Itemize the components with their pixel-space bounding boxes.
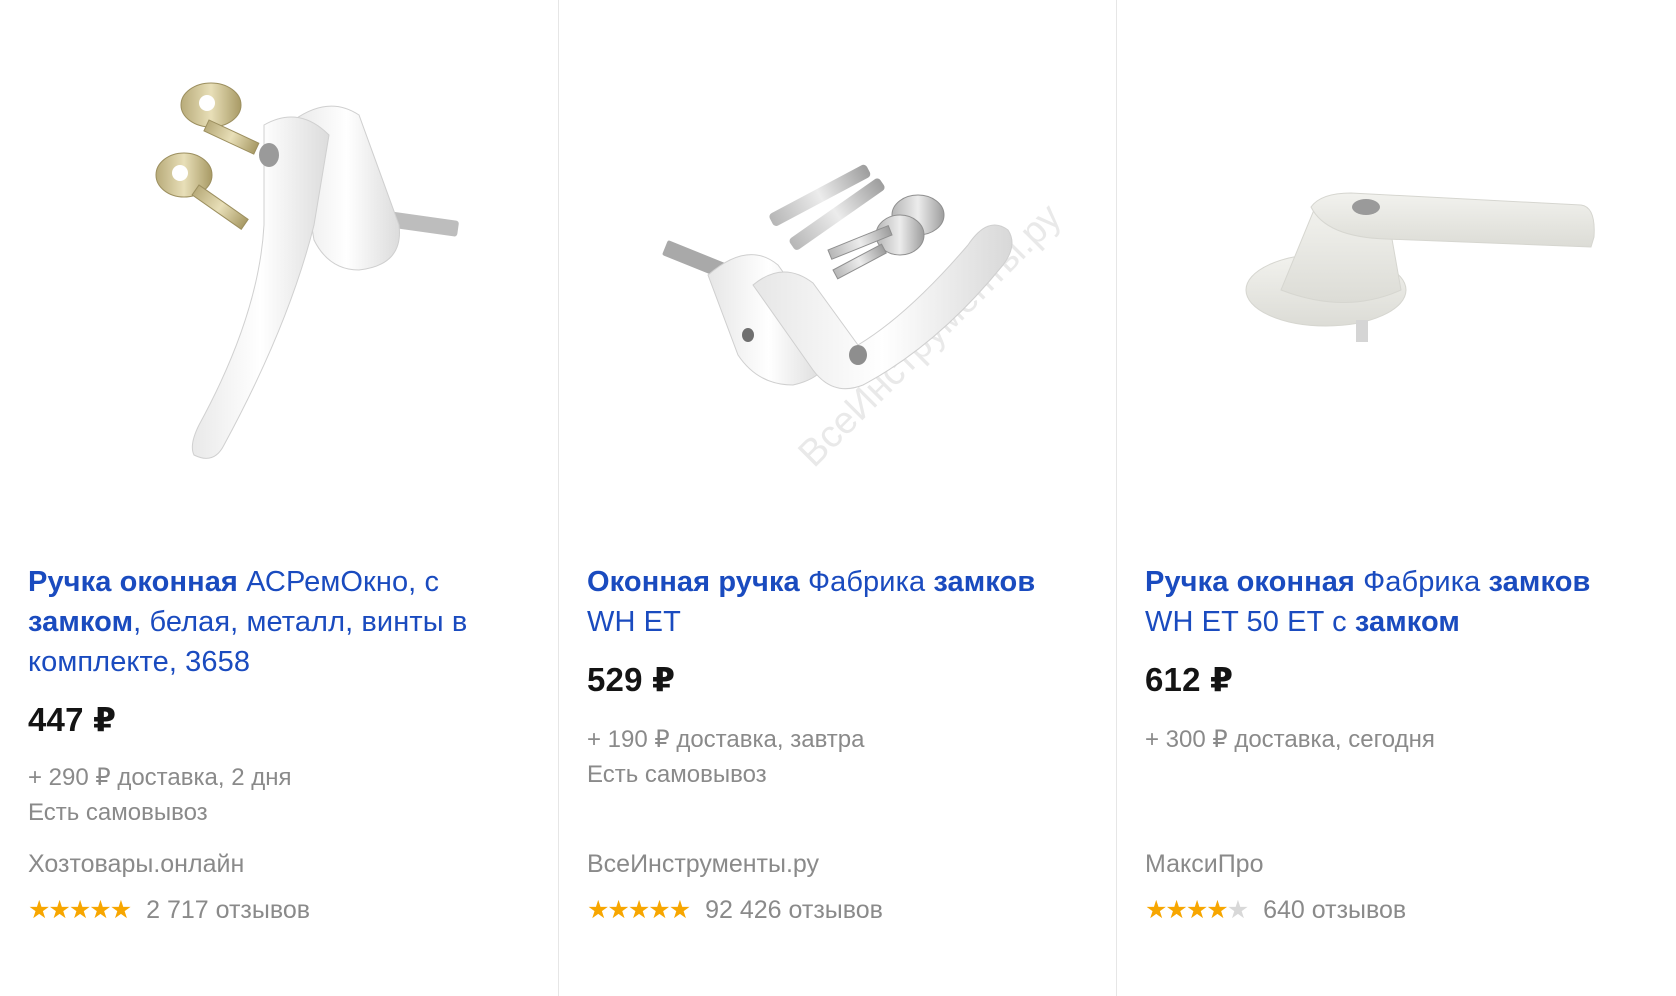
title-part: Ручка оконная <box>1145 566 1355 598</box>
product-card[interactable]: Ручка оконная АСРемОкно, с замком, белая… <box>0 0 558 996</box>
product-price: 529 ₽ <box>587 661 676 698</box>
star-filled-icon: ★ <box>89 896 111 924</box>
shop-rating[interactable]: ★ ★ ★ ★ ★ 92 426 отзывов <box>587 896 883 925</box>
product-grid: Ручка оконная АСРемОкно, с замком, белая… <box>0 0 1676 996</box>
shop-name[interactable]: МаксиПро <box>1145 850 1263 879</box>
star-filled-icon: ★ <box>1165 896 1187 924</box>
pickup-info: Есть самовывоз <box>28 799 208 826</box>
product-price: 447 ₽ <box>28 701 117 738</box>
reviews-count[interactable]: 640 отзывов <box>1263 896 1406 925</box>
star-filled-icon: ★ <box>68 896 91 924</box>
reviews-count[interactable]: 92 426 отзывов <box>705 896 883 925</box>
star-filled-icon: ★ <box>28 896 50 924</box>
product-title[interactable]: Ручка оконная Фабрика замков WH ET 50 ET… <box>1145 562 1646 642</box>
title-part: замков <box>933 566 1036 598</box>
product-card[interactable]: Ручка оконная Фабрика замков WH ET 50 ET… <box>1116 0 1674 996</box>
window-handle-with-keys-icon <box>155 82 459 459</box>
title-part: Фабрика <box>1354 566 1489 598</box>
window-handle-with-screws-icon: ВсеИнструменты.ру <box>662 164 1068 475</box>
rating-stars: ★ ★ ★ ★ ★ <box>28 896 132 924</box>
pickup-info: Есть самовывоз <box>587 761 767 788</box>
star-filled-icon: ★ <box>1185 896 1208 924</box>
shop-name[interactable]: Хозтовары.онлайн <box>28 850 244 879</box>
delivery-info: + 290 ₽ доставка, 2 дня <box>28 764 292 791</box>
star-filled-icon: ★ <box>607 896 629 924</box>
title-part: WH ET 50 ET с <box>1145 606 1355 638</box>
title-part: WH ET <box>587 606 681 638</box>
title-part: Оконная ручка <box>587 566 800 598</box>
star-filled-icon: ★ <box>1206 896 1228 924</box>
product-title-text[interactable]: Ручка оконная Фабрика замков WH ET 50 ET… <box>1145 566 1590 638</box>
window-handle-lock-icon <box>1245 192 1595 342</box>
title-part: Ручка оконная <box>28 566 238 598</box>
star-filled-icon: ★ <box>668 896 691 924</box>
product-title-text[interactable]: Оконная ручка Фабрика замков WH ET <box>587 566 1035 638</box>
title-part: замков <box>1488 566 1591 598</box>
delivery-info: + 190 ₽ доставка, завтра <box>587 726 865 753</box>
star-filled-icon: ★ <box>1145 896 1167 924</box>
delivery-info: + 300 ₽ доставка, сегодня <box>1145 726 1435 753</box>
star-filled-icon: ★ <box>587 896 609 924</box>
title-part: Фабрика <box>799 566 934 598</box>
star-empty-icon: ★ <box>1226 896 1249 924</box>
rating-stars: ★ ★ ★ ★ ★ <box>587 896 691 924</box>
star-filled-icon: ★ <box>627 896 650 924</box>
star-filled-icon: ★ <box>48 896 70 924</box>
reviews-count[interactable]: 2 717 отзывов <box>146 896 310 925</box>
product-card[interactable]: ВсеИнструменты.ру <box>558 0 1116 996</box>
star-filled-icon: ★ <box>109 896 132 924</box>
product-title-text[interactable]: Ручка оконная АСРемОкно, с замком, белая… <box>28 566 467 678</box>
title-part: АСРемОкно, с <box>237 566 440 598</box>
product-image[interactable] <box>1145 0 1646 520</box>
star-filled-icon: ★ <box>648 896 670 924</box>
title-part: замком <box>28 606 134 638</box>
shop-rating[interactable]: ★ ★ ★ ★ ★ 640 отзывов <box>1145 896 1406 925</box>
product-price: 612 ₽ <box>1145 661 1234 698</box>
product-image[interactable]: ВсеИнструменты.ру <box>587 0 1088 520</box>
product-title[interactable]: Ручка оконная АСРемОкно, с замком, белая… <box>28 562 530 682</box>
shop-rating[interactable]: ★ ★ ★ ★ ★ 2 717 отзывов <box>28 896 310 925</box>
product-title[interactable]: Оконная ручка Фабрика замков WH ET <box>587 562 1088 642</box>
shop-name[interactable]: ВсеИнструменты.ру <box>587 850 819 879</box>
title-part: замком <box>1354 606 1460 638</box>
rating-stars: ★ ★ ★ ★ ★ <box>1145 896 1249 924</box>
product-image[interactable] <box>28 0 530 520</box>
